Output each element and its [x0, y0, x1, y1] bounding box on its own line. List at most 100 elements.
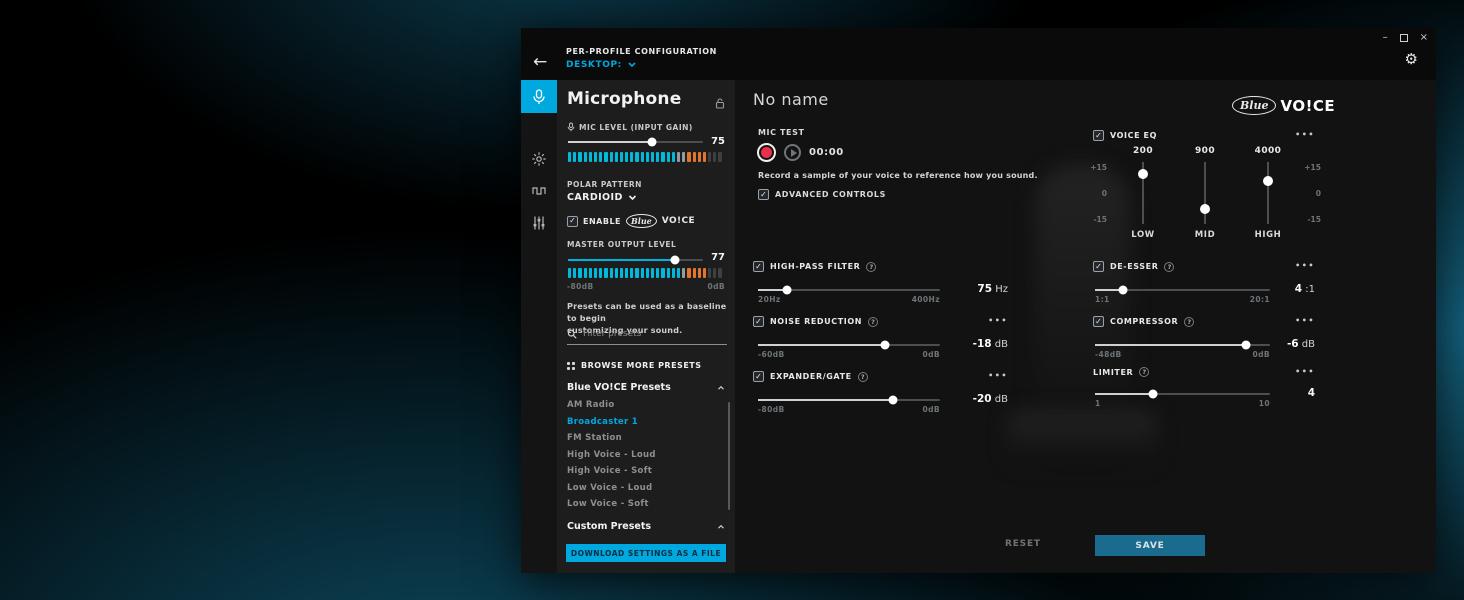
preset-item[interactable]: FM Station — [567, 433, 719, 450]
enable-label: ENABLE — [583, 217, 621, 226]
meter-bar — [641, 152, 644, 162]
high-pass-filter-slider[interactable] — [758, 289, 940, 291]
de-esser-checkbox[interactable]: ✓ — [1093, 261, 1104, 272]
record-button[interactable] — [757, 143, 776, 162]
panel-title: Microphone — [567, 89, 681, 109]
noise-reduction-menu[interactable]: ••• — [988, 316, 1008, 325]
limiter-label: LIMITER — [1093, 368, 1133, 377]
voice-wordmark: VO!CE — [1280, 97, 1335, 115]
master-output-slider[interactable] — [568, 259, 703, 261]
filter-presets-input[interactable]: Filter presets — [567, 329, 727, 345]
preset-item[interactable]: Low Voice - Loud — [567, 483, 719, 500]
noise-reduction-value: -18 dB — [956, 338, 1008, 350]
meter-bar — [656, 152, 659, 162]
meter-bar — [578, 152, 581, 162]
group-label: Custom Presets — [567, 521, 651, 532]
help-icon[interactable]: ? — [1164, 262, 1174, 272]
expander-gate-value: -20 dB — [956, 393, 1008, 405]
expander-gate-label: EXPANDER/GATE — [770, 372, 852, 381]
settings-gear-icon[interactable]: ⚙ — [1405, 50, 1418, 68]
help-icon[interactable]: ? — [866, 262, 876, 272]
mic-level-slider[interactable] — [568, 141, 703, 143]
preset-item[interactable]: Low Voice - Soft — [567, 499, 719, 516]
play-button[interactable] — [784, 144, 801, 161]
meter-bar — [718, 152, 721, 162]
noise-reduction-checkbox[interactable]: ✓ — [753, 316, 764, 327]
meter-bar — [713, 152, 716, 162]
meter-bar — [604, 268, 607, 278]
reset-button[interactable]: RESET — [1005, 539, 1041, 549]
expander-gate-menu[interactable]: ••• — [988, 371, 1008, 380]
de-esser-slider[interactable] — [1095, 289, 1270, 291]
meter-bar — [610, 152, 613, 162]
advanced-controls-checkbox[interactable]: ✓ — [758, 189, 769, 200]
compressor-checkbox[interactable]: ✓ — [1093, 316, 1104, 327]
tab-sample-rate[interactable] — [521, 174, 557, 207]
blue-voice-main-panel: No name MIC TEST 00:00 Record a sample o… — [735, 80, 1436, 573]
preset-list: AM RadioBroadcaster 1FM StationHigh Voic… — [567, 400, 719, 516]
help-icon[interactable]: ? — [858, 372, 868, 382]
enable-blue-voice-checkbox[interactable]: ✓ — [567, 216, 578, 227]
mic-test-label: MIC TEST — [758, 128, 805, 137]
meter-bar — [589, 152, 592, 162]
lighting-icon — [532, 152, 546, 166]
meter-bar — [584, 268, 587, 278]
meter-bar — [661, 152, 664, 162]
grid-icon — [567, 362, 575, 370]
help-icon[interactable]: ? — [868, 317, 878, 327]
meter-bar — [667, 152, 670, 162]
profile-selector[interactable]: DESKTOP: — [566, 60, 635, 70]
lock-icon[interactable] — [715, 94, 725, 113]
de-esser-label: DE-ESSER — [1110, 262, 1158, 271]
custom-presets-group[interactable]: Custom Presets — [567, 521, 725, 532]
close-button[interactable]: × — [1420, 32, 1428, 44]
eq-mid-slider[interactable] — [1204, 162, 1206, 224]
eq-freq-label: 200 — [1113, 146, 1173, 156]
limiter-menu[interactable]: ••• — [1295, 367, 1315, 376]
tab-lighting[interactable] — [521, 142, 557, 175]
meter-bar — [651, 152, 654, 162]
meter-bar — [630, 268, 633, 278]
chevron-down-icon — [628, 195, 637, 201]
meter-bar — [641, 268, 644, 278]
eq-low-slider[interactable] — [1142, 162, 1144, 224]
eq-high-slider[interactable] — [1267, 162, 1269, 224]
preset-item[interactable]: High Voice - Loud — [567, 450, 719, 467]
compressor-menu[interactable]: ••• — [1295, 316, 1315, 325]
tab-equalizer[interactable] — [521, 206, 557, 239]
minimize-button[interactable]: – — [1383, 32, 1388, 44]
chevron-up-icon — [717, 524, 725, 529]
preset-item[interactable]: AM Radio — [567, 400, 719, 417]
wave-icon — [532, 185, 546, 197]
microphone-panel: Microphone MIC LEVEL (INPUT GAIN) 75 POL… — [557, 80, 735, 573]
chevron-up-icon — [717, 385, 725, 390]
voice-eq-checkbox[interactable]: ✓ — [1093, 130, 1104, 141]
polar-pattern-select[interactable]: CARDIOID — [567, 192, 637, 203]
noise-reduction-slider[interactable] — [758, 344, 940, 346]
preset-scrollbar[interactable] — [728, 402, 730, 510]
master-output-label: MASTER OUTPUT LEVEL — [567, 240, 676, 249]
compressor-slider[interactable] — [1095, 344, 1270, 346]
help-icon[interactable]: ? — [1139, 367, 1149, 377]
voice-wordmark: VO!CE — [662, 216, 695, 226]
back-arrow-icon[interactable]: ← — [533, 52, 547, 72]
eq-scale-left: +150-15 — [1083, 163, 1107, 241]
high-pass-filter-checkbox[interactable]: ✓ — [753, 261, 764, 272]
preset-item[interactable]: High Voice - Soft — [567, 466, 719, 483]
preset-item[interactable]: Broadcaster 1 — [567, 417, 719, 434]
save-button[interactable]: SAVE — [1095, 535, 1205, 556]
maximize-button[interactable] — [1400, 34, 1408, 42]
microphone-icon — [532, 89, 546, 105]
limiter-slider[interactable] — [1095, 393, 1270, 395]
browse-more-presets-button[interactable]: BROWSE MORE PRESETS — [567, 361, 702, 370]
voice-eq-menu[interactable]: ••• — [1295, 130, 1315, 139]
tab-microphone[interactable] — [521, 80, 557, 113]
eq-freq-label: 4000 — [1238, 146, 1298, 156]
download-settings-button[interactable]: DOWNLOAD SETTINGS AS A FILE — [566, 544, 726, 562]
expander-gate-slider[interactable] — [758, 399, 940, 401]
de-esser-menu[interactable]: ••• — [1295, 261, 1315, 270]
blue-voice-presets-group[interactable]: Blue VO!CE Presets — [567, 382, 725, 393]
help-icon[interactable]: ? — [1184, 317, 1194, 327]
expander-gate-checkbox[interactable]: ✓ — [753, 371, 764, 382]
meter-bar — [615, 152, 618, 162]
